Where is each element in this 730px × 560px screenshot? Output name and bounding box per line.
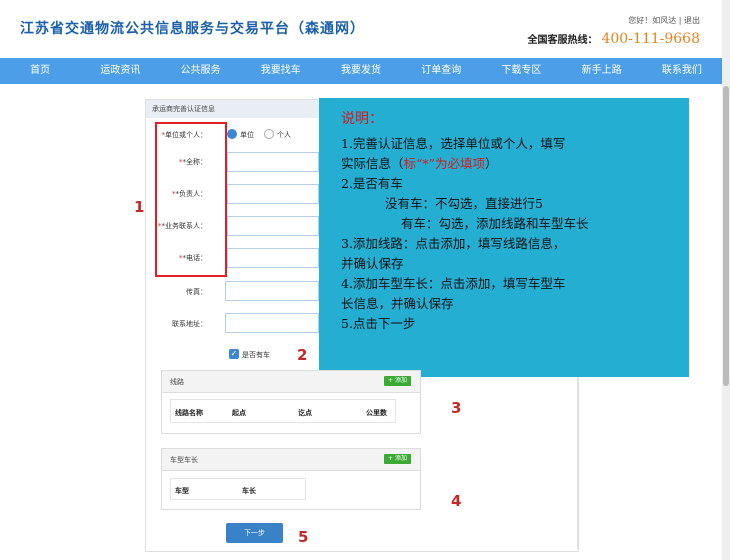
- hotline-number: 400-111-9668: [601, 31, 700, 47]
- route-col-end: 讫点: [298, 409, 312, 417]
- main-nav: 首页 运政资讯 公共服务 我要找车 我要发货 订单查询 下载专区 新手上路 联系…: [0, 58, 722, 84]
- user-links[interactable]: 您好！如风达 | 退出: [628, 15, 700, 26]
- nav-downloads[interactable]: 下载专区: [481, 58, 561, 84]
- callout-line-6: 3.添加线路：点击添加，填写线路信息，: [341, 236, 566, 251]
- route-table: [170, 399, 396, 423]
- radio-unit[interactable]: [227, 129, 237, 139]
- callout-line-3: 2.是否有车: [341, 176, 403, 191]
- route-section-title: 线路: [162, 371, 420, 393]
- scrollbar-thumb[interactable]: [723, 86, 729, 386]
- radio-unit-label: 单位: [240, 131, 254, 139]
- callout-line-10: 5.点击下一步: [341, 316, 416, 331]
- nav-public-service[interactable]: 公共服务: [160, 58, 240, 84]
- callout-line-2: 实际信息（标“*”为必填项）: [341, 156, 498, 171]
- nav-contact[interactable]: 联系我们: [642, 58, 722, 84]
- hotline: 全国客服热线： 400-111-9668: [527, 31, 700, 47]
- radio-person-label: 个人: [277, 131, 291, 139]
- required-fields-highlight: [155, 122, 227, 277]
- nav-order-query[interactable]: 订单查询: [401, 58, 481, 84]
- nav-find-truck[interactable]: 我要找车: [241, 58, 321, 84]
- vehicle-section-title: 车型车长: [162, 449, 420, 471]
- instruction-callout: 说明： 1.完善认证信息，选择单位或个人，填写 实际信息（标“*”为必填项） 2…: [319, 98, 689, 377]
- principal-input[interactable]: [227, 184, 319, 204]
- has-car-checkbox[interactable]: ✓: [229, 349, 239, 359]
- radio-person[interactable]: [264, 129, 274, 139]
- vehicle-col-type: 车型: [175, 487, 189, 495]
- phone-input[interactable]: [227, 248, 319, 268]
- nav-ship-goods[interactable]: 我要发货: [321, 58, 401, 84]
- vehicle-add-button[interactable]: + 添加: [384, 454, 411, 464]
- annotation-3: 3: [451, 399, 462, 417]
- nav-news[interactable]: 运政资讯: [80, 58, 160, 84]
- hotline-label: 全国客服热线：: [527, 35, 598, 46]
- fax-input[interactable]: [225, 281, 319, 301]
- full-name-input[interactable]: [227, 152, 319, 172]
- route-add-button[interactable]: + 添加: [384, 376, 411, 386]
- annotation-5: 5: [298, 528, 309, 546]
- callout-line-7: 并确认保存: [341, 256, 404, 271]
- nav-home[interactable]: 首页: [0, 58, 80, 84]
- annotation-4: 4: [451, 492, 462, 510]
- site-title: 江苏省交通物流公共信息服务与交易平台（森通网）: [20, 21, 365, 37]
- address-label: 联系地址：: [172, 320, 207, 328]
- callout-title: 说明：: [341, 111, 383, 127]
- route-col-km: 公里数: [366, 409, 387, 417]
- callout-line-9: 长信息，并确认保存: [341, 296, 454, 311]
- annotation-1: 1: [134, 198, 145, 216]
- callout-line-8: 4.添加车型车长：点击添加，填写车型车: [341, 276, 566, 291]
- callout-line-5: 有车：勾选，添加线路和车型车长: [401, 216, 589, 231]
- route-col-start: 起点: [232, 409, 246, 417]
- vehicle-table: [170, 478, 306, 500]
- form-header: 承运商完善认证信息: [146, 100, 327, 118]
- has-car-label: 是否有车: [242, 351, 270, 359]
- next-step-button[interactable]: 下一步: [226, 523, 283, 543]
- vehicle-col-length: 车长: [242, 487, 256, 495]
- fax-label: 传真：: [186, 288, 207, 296]
- address-input[interactable]: [225, 313, 319, 333]
- nav-beginner-guide[interactable]: 新手上路: [562, 58, 642, 84]
- annotation-2: 2: [297, 346, 308, 364]
- callout-line-1: 1.完善认证信息，选择单位或个人，填写: [341, 136, 566, 151]
- route-col-name: 线路名称: [175, 409, 203, 417]
- contact-input[interactable]: [227, 216, 319, 236]
- callout-line-4: 没有车：不勾选，直接进行5: [385, 196, 543, 211]
